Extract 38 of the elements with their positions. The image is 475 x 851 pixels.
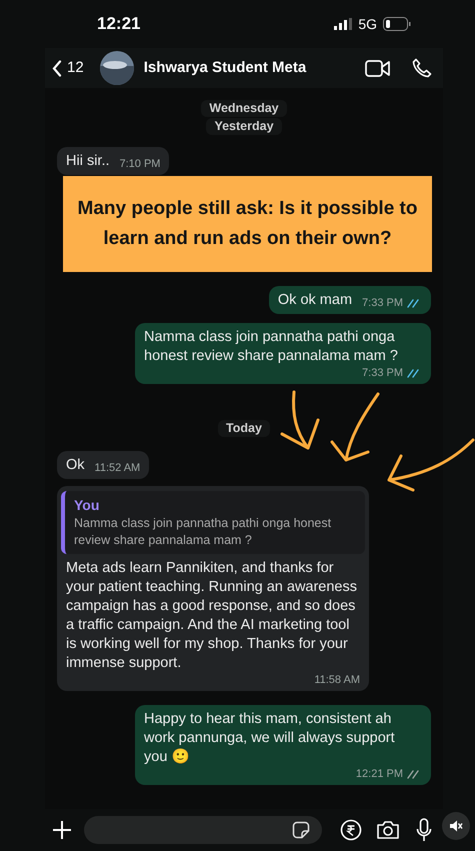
network-label: 5G [358,14,377,34]
status-time: 12:21 [97,13,140,36]
quoted-message[interactable]: You Namma class join pannatha pathi onga honest review share pannalama mam ? [61,491,365,554]
add-icon[interactable] [52,820,72,840]
quote-author: You [74,496,100,515]
message-time: 7:33 PM [362,366,403,380]
mute-button[interactable] [442,812,470,840]
arrow-drawing [278,390,322,452]
message-text: Meta ads learn Pannikiten, and thanks for your patient teaching. Running an awareness campaign has a good response, and so does a traffic campaign. And the AI marketing tool is working well for my shop. Thanks for your immense support. [66,559,358,673]
message-time: 12:21 PM [356,767,403,781]
avatar[interactable] [100,51,134,85]
date-label: Yesterday [206,118,282,135]
camera-icon[interactable] [376,820,400,840]
message-text: Ok [66,456,85,475]
date-label: Today [218,420,270,437]
message-input-field[interactable] [84,816,322,844]
message-text: Ok ok mam [278,291,352,310]
message-time: 7:10 PM [120,157,160,171]
message-time: 11:52 AM [94,461,140,475]
banner-text: Many people still ask: Is it possible to learn and run ads on their own? [76,197,418,251]
sticker-icon[interactable] [292,821,310,839]
signal-icon [334,18,352,30]
back-button[interactable]: 12 [52,56,84,80]
message-time: 7:33 PM [362,296,403,310]
date-label: Wednesday [201,100,287,117]
contact-name[interactable]: Ishwarya Student Meta [144,56,365,80]
message-text: Happy to hear this mam, consistent ah work pannunga, we will always support you 🙂 [144,710,396,767]
rupee-payment-icon[interactable] [340,819,362,841]
message-text: Namma class join pannatha pathi onga honest review share pannalama mam ? [144,328,399,366]
back-chevron-icon[interactable] [52,60,62,76]
microphone-icon[interactable] [416,818,432,842]
muted-speaker-icon[interactable] [449,819,463,833]
quote-text: Namma class join pannatha pathi onga honest review share pannalama mam ? [74,515,332,549]
phone-icon[interactable] [412,58,432,78]
video-call-icon[interactable] [365,60,390,76]
battery-icon [383,17,411,31]
message-text: Hii sir.. [66,152,110,171]
message-time: 11:58 AM [314,673,360,687]
